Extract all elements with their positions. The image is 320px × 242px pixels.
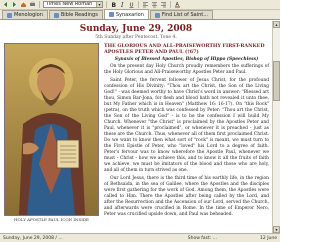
- status-date: Sunday, June 29, 2008 / ...: [3, 235, 63, 241]
- status-bar: Sunday, June 29, 2008 / ... Show fast: .…: [0, 233, 280, 242]
- align-right-icon[interactable]: [160, 1, 167, 8]
- paragraph: On the present day Holy Church proudly r…: [104, 64, 269, 75]
- toolbar-separator: [106, 1, 107, 8]
- svg-text:I: I: [120, 2, 124, 8]
- chevron-down-icon: ▾: [96, 2, 102, 7]
- tab-bible-readings[interactable]: Bible Readings: [48, 10, 103, 19]
- feast-heading: THE GLORIOUS AND ALL-PRAISEWORTHY FIRST-…: [104, 43, 265, 55]
- apostle-paul-icon: [5, 44, 98, 215]
- tab-bar: Menologion Bible Readings Synaxarion Fin…: [0, 9, 280, 20]
- scroll-up-icon[interactable]: ▴: [273, 21, 280, 28]
- toolbar-separator: [138, 1, 139, 8]
- align-left-icon[interactable]: [142, 1, 149, 8]
- tab-label: Synaxarion: [115, 11, 144, 18]
- toolbar-separator: [170, 1, 171, 8]
- paragraph: Saint Peter, the fervent follower of Jes…: [104, 78, 269, 173]
- section-heading: Synaxis of Blessed Apostles, Bishop of H…: [114, 57, 259, 62]
- home-icon[interactable]: [20, 1, 27, 8]
- tab-synaxarion[interactable]: Synaxarion: [103, 9, 149, 19]
- vertical-scrollbar[interactable]: ▴ ▾: [272, 21, 280, 233]
- status-fast: Show fast: ...: [187, 235, 217, 241]
- svg-text:B: B: [112, 2, 117, 8]
- book-icon: [53, 12, 59, 18]
- search-icon: [154, 12, 160, 18]
- calendar-icon: [7, 12, 12, 18]
- underline-icon[interactable]: U: [128, 1, 135, 8]
- italic-icon[interactable]: I: [119, 1, 126, 8]
- tab-menologion[interactable]: Menologion: [2, 10, 48, 19]
- scroll-down-icon[interactable]: ▾: [273, 226, 280, 233]
- page-title: Sunday, June 29, 2008: [79, 24, 193, 34]
- icon-caption: HOLY APOSTLE PAUL ICON INSIDE: [14, 217, 89, 222]
- font-name-value: Times New Roman: [46, 1, 93, 7]
- back-icon[interactable]: [2, 1, 9, 8]
- print-icon[interactable]: [29, 1, 36, 8]
- scroll-thumb[interactable]: [273, 61, 280, 101]
- text-color-icon[interactable]: A: [174, 1, 181, 8]
- tab-label: Menologion: [14, 12, 43, 18]
- page-subtitle: 5th Sunday after Pentecost. Tone 4.: [95, 35, 177, 40]
- bold-icon[interactable]: B: [110, 1, 117, 8]
- tab-label: Bible Readings: [60, 12, 98, 18]
- forward-icon[interactable]: [11, 1, 18, 8]
- font-name-select[interactable]: Times New Roman ▾: [43, 1, 103, 8]
- document-view[interactable]: Sunday, June 29, 2008 5th Sunday after P…: [0, 21, 272, 233]
- saint-icon-image: [4, 43, 99, 216]
- tab-find-list-of-saints[interactable]: Find List of Saint...: [149, 10, 213, 19]
- document-icon: [108, 12, 114, 17]
- status-old-style-date: 12 June: [260, 235, 277, 241]
- toolbar-separator: [39, 1, 40, 8]
- tab-label: Find List of Saint...: [161, 12, 208, 18]
- synaxarion-text: THE GLORIOUS AND ALL-PRAISEWORTHY FIRST-…: [104, 43, 269, 220]
- paragraph: Our Lord Jesus, there is the third time …: [104, 176, 269, 217]
- svg-text:U: U: [130, 3, 134, 9]
- align-center-icon[interactable]: [151, 1, 158, 8]
